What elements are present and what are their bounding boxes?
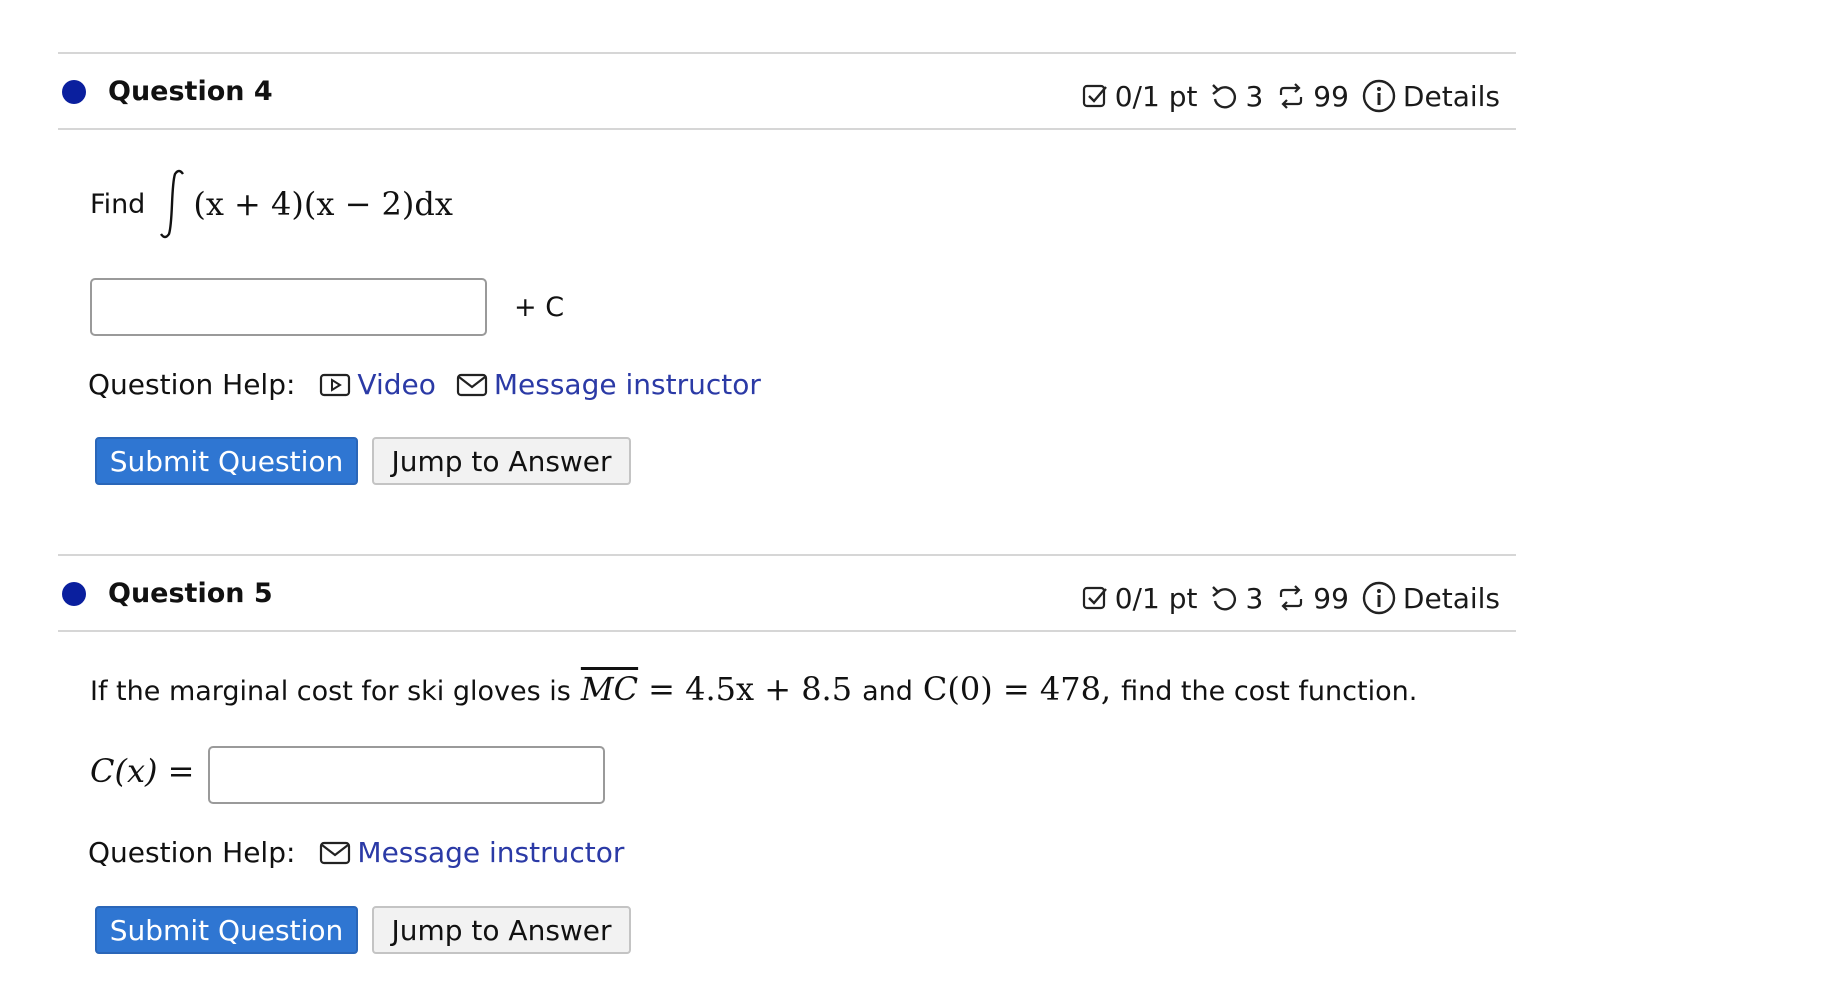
question-meta: 0/1 pt 3 99 Details (1081, 580, 1500, 616)
divider (58, 630, 1516, 632)
details-label: Details (1402, 581, 1500, 615)
attempts-count: 99 (1313, 581, 1349, 615)
prompt-text: find the cost function. (1121, 676, 1418, 707)
checkbox-icon (1082, 84, 1107, 108)
retries-count: 3 (1245, 79, 1264, 113)
jump-to-answer-button[interactable]: Jump to Answer (372, 906, 631, 954)
marginal-cost-symbol: MC (580, 670, 639, 708)
integral-sign (160, 169, 185, 239)
video-icon (320, 373, 351, 396)
info-icon (1362, 581, 1396, 615)
question-prompt: If the marginal cost for ski gloves is M… (90, 670, 1417, 708)
repeat-icon (1280, 585, 1303, 611)
divider (58, 128, 1516, 130)
marginal-cost-expression: = 4.5x + 8.5 (648, 670, 853, 708)
prompt-text: If the marginal cost for ski gloves is (90, 676, 571, 707)
answer-input[interactable] (90, 278, 487, 336)
divider (58, 52, 1516, 54)
question-title: Question 4 (108, 76, 273, 107)
attempts: 99 (1275, 80, 1349, 113)
message-instructor-link[interactable]: Message instructor (319, 836, 624, 869)
mail-icon (320, 841, 351, 864)
answer-label: C(x) = (90, 752, 195, 790)
details-label: Details (1402, 79, 1500, 113)
answer-input[interactable] (208, 746, 605, 804)
mail-icon (456, 373, 487, 396)
video-link[interactable]: Video (319, 368, 436, 401)
help-label: Question Help: (88, 836, 296, 869)
details-link[interactable]: Details (1361, 78, 1500, 114)
prompt-text: and (862, 676, 913, 707)
checkbox-icon (1082, 586, 1107, 610)
constant-suffix: + C (514, 292, 565, 323)
submit-question-button[interactable]: Submit Question (95, 437, 358, 485)
score-text: 0/1 pt (1114, 581, 1198, 615)
score-text: 0/1 pt (1114, 79, 1198, 113)
integrand: (x + 4)(x − 2)dx (193, 185, 453, 223)
submit-question-button[interactable]: Submit Question (95, 906, 358, 954)
status-dot (62, 80, 86, 104)
retries: 3 (1209, 582, 1263, 615)
question-title: Question 5 (108, 578, 273, 609)
initial-condition: C(0) = 478, (922, 670, 1112, 708)
question-prompt: Find (x + 4)(x − 2)dx (90, 168, 453, 240)
jump-to-answer-button[interactable]: Jump to Answer (372, 437, 631, 485)
details-link[interactable]: Details (1361, 580, 1500, 616)
question-help: Question Help: Video Message instructor (88, 368, 781, 401)
video-link-label: Video (357, 368, 436, 401)
message-instructor-link[interactable]: Message instructor (456, 368, 761, 401)
retry-icon (1212, 84, 1237, 109)
score: 0/1 pt (1081, 79, 1198, 113)
retries: 3 (1209, 80, 1263, 113)
divider (58, 554, 1516, 556)
status-dot (62, 582, 86, 606)
info-icon (1362, 79, 1396, 113)
question-meta: 0/1 pt 3 99 Details (1081, 78, 1500, 114)
message-instructor-label: Message instructor (357, 836, 625, 869)
attempts: 99 (1275, 582, 1349, 615)
help-label: Question Help: (88, 368, 296, 401)
retries-count: 3 (1245, 581, 1264, 615)
retry-icon (1212, 586, 1237, 611)
prompt-text: Find (90, 188, 146, 220)
question-help: Question Help: Message instructor (88, 836, 644, 869)
score: 0/1 pt (1081, 581, 1198, 615)
attempts-count: 99 (1313, 79, 1349, 113)
repeat-icon (1280, 83, 1303, 109)
message-instructor-label: Message instructor (493, 368, 761, 401)
